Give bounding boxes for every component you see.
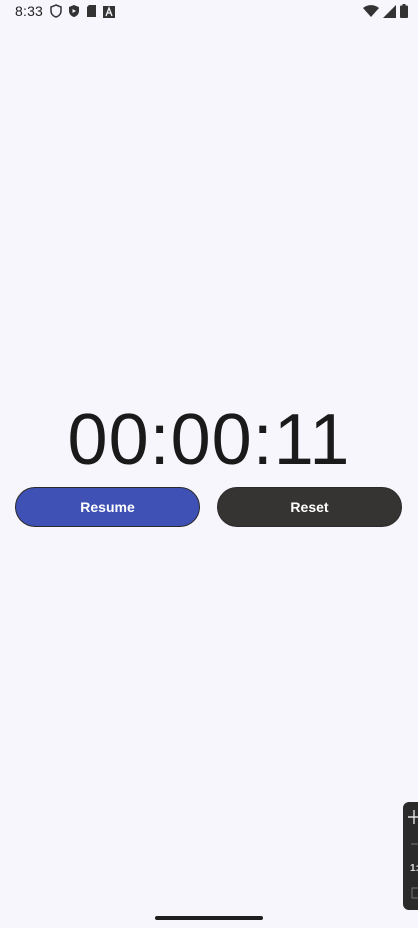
stopwatch-time: 00:00:11 <box>67 400 351 480</box>
font-icon <box>103 5 115 23</box>
floating-side-panel[interactable]: 1: <box>403 802 418 910</box>
sd-card-icon <box>86 4 97 23</box>
status-bar: 8:33 <box>0 0 418 24</box>
shield-icon <box>50 4 62 23</box>
signal-icon <box>383 4 396 23</box>
gesture-nav-handle[interactable] <box>155 916 263 920</box>
reset-button[interactable]: Reset <box>217 487 402 527</box>
status-time: 8:33 <box>15 3 44 19</box>
battery-icon <box>400 4 408 23</box>
play-protect-icon <box>68 4 80 23</box>
status-icons-right <box>363 4 408 23</box>
status-icons-left <box>50 4 115 23</box>
wifi-icon <box>363 4 379 23</box>
side-panel-icons <box>408 810 418 899</box>
side-panel-text: 1: <box>410 863 418 874</box>
resume-button[interactable]: Resume <box>15 487 200 527</box>
